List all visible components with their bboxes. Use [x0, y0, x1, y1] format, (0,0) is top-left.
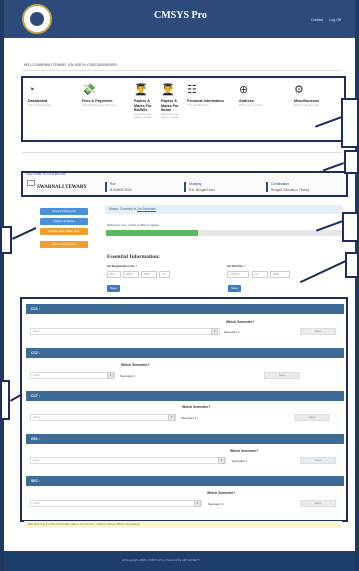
- person-list-icon: ☷: [187, 84, 197, 96]
- chevron-down-icon[interactable]: ▾: [194, 500, 201, 507]
- semester-question: Which Semester?: [207, 491, 236, 495]
- fees-payments-button[interactable]: Fees & Payments: [40, 208, 88, 215]
- essential-title: Essential Information:: [107, 254, 161, 260]
- footer: All Copyright 2020 | CMSYS Pro | Powered…: [4, 551, 355, 571]
- menu-personal-info[interactable]: ☷ Personal Information Your detailed inf…: [187, 83, 231, 107]
- welcome-line: HELLO SWARNALI TEWARY. YOU ARE IN YOUR D…: [24, 63, 117, 67]
- welcome-dashboard: WELCOME TO DASHBOARD: [26, 172, 67, 176]
- student-name: SWARNALI TEWARY: [37, 185, 87, 190]
- cu-reg-label: CU Registration No. *: [107, 264, 138, 268]
- semester-block-cc2: CC2 :: [26, 348, 344, 358]
- top-links: Contact Log Off: [306, 18, 341, 22]
- page: CMSYS Pro Contact Log Off HELLO SWARNALI…: [4, 0, 355, 571]
- reg-field-3[interactable]: 0000: [141, 271, 157, 278]
- info-studying: Studying B.A. Bengali Hons: [184, 182, 215, 192]
- semester-head: CC2 :: [26, 348, 344, 358]
- annotation-box: [342, 212, 359, 242]
- college-logo: [22, 4, 52, 34]
- annotation-box: [0, 380, 10, 420]
- menu-dashboard[interactable]: ◔ Dashboard Your landing Page: [28, 83, 66, 107]
- sem-subscribe-button[interactable]: Sem 1 Subscribe: [40, 241, 88, 248]
- semester-value[interactable]: Semester 3: [208, 502, 223, 506]
- semester-block-cc7: CC7 :: [26, 391, 344, 401]
- annotation-box: [344, 150, 359, 174]
- paper-input[interactable]: Paper: [30, 328, 220, 335]
- top-bar: CMSYS Pro Contact Log Off: [4, 0, 355, 38]
- semester-question: Which Semester?: [182, 405, 211, 409]
- progress-label: Welcome! Your profile is 39% complete: [107, 223, 159, 227]
- annotation-box: [0, 226, 12, 254]
- student-photo: [27, 180, 35, 186]
- menu-fees[interactable]: 💸 Fees & Payments Outstanding fees, View…: [82, 83, 122, 107]
- semester-save-button[interactable]: Save: [300, 457, 336, 464]
- semester-value[interactable]: Semester 1: [120, 374, 135, 378]
- info-roll: Roll B-5465/570000: [105, 182, 132, 192]
- semester-save-button[interactable]: Save: [300, 328, 336, 335]
- papers-marks-button[interactable]: Papers & Marks: [40, 218, 88, 225]
- semester-block-cc1: CC1 :: [26, 304, 344, 314]
- app-title: CMSYS Pro: [154, 10, 207, 21]
- semester-value[interactable]: Semester 1: [224, 330, 239, 334]
- save-roll-button[interactable]: Save: [228, 285, 241, 292]
- menu-address[interactable]: ⊕ Address Where do you live?: [239, 83, 275, 107]
- warning-alert: Warning! If any of the information above…: [24, 521, 342, 528]
- chevron-down-icon[interactable]: ▾: [107, 372, 114, 379]
- menu-misc[interactable]: ⚙ Miscellaneous Other important info: [294, 83, 338, 107]
- semester-question: Which Semester?: [230, 449, 259, 453]
- semester-question: Which Semester?: [226, 320, 255, 324]
- info-combination: Combination Bengali, Education, History: [266, 182, 309, 192]
- globe-icon: ⊕: [239, 84, 249, 96]
- roll-field-2[interactable]: 07: [252, 271, 268, 278]
- paper-input[interactable]: Paper: [30, 500, 202, 507]
- progress-bar: [106, 230, 342, 236]
- roll-field-3[interactable]: 0000: [270, 271, 290, 278]
- reg-field-4[interactable]: 18: [159, 271, 170, 278]
- paper-input[interactable]: Paper: [30, 414, 176, 421]
- semester-head: CC7 :: [26, 391, 344, 401]
- paper-input[interactable]: Paper: [30, 457, 226, 464]
- semester-save-button[interactable]: Save: [264, 372, 300, 379]
- logoff-link[interactable]: Log Off: [329, 18, 341, 22]
- semester-block-ge1: GE1 :: [26, 434, 344, 444]
- status-semester-link[interactable]: 3rd Semester: [137, 207, 156, 211]
- progress-fill: [106, 230, 199, 236]
- status-bar: Status: Currently in 3rd Semester: [105, 205, 342, 214]
- chevron-down-icon[interactable]: ▾: [218, 457, 225, 464]
- semester-block-sec: SEC :: [26, 476, 344, 486]
- contact-link[interactable]: Contact: [311, 18, 323, 22]
- annotation-box: [345, 252, 359, 278]
- semester-head: CC1 :: [26, 304, 344, 314]
- divider: [22, 152, 342, 153]
- semester-save-button[interactable]: Save: [300, 500, 336, 507]
- chevron-down-icon[interactable]: ▾: [168, 414, 175, 421]
- paper-input[interactable]: Paper: [30, 372, 115, 379]
- semester-question: Which Semester?: [121, 363, 150, 367]
- reg-field-1[interactable]: 004: [107, 271, 121, 278]
- student-icon: 👨‍🎓: [161, 84, 175, 96]
- semester-head: SEC :: [26, 476, 344, 486]
- update-sem-button[interactable]: Update Sem Pass Year: [40, 228, 88, 235]
- roll-field-1[interactable]: 213404: [227, 271, 249, 278]
- money-icon: 💸: [82, 84, 96, 96]
- chevron-down-icon[interactable]: ▾: [211, 328, 218, 335]
- gears-icon: ⚙: [294, 84, 304, 96]
- semester-value[interactable]: Semester 1: [232, 459, 247, 463]
- student-icon: 👨‍🎓: [134, 84, 148, 96]
- save-reg-button[interactable]: Save: [107, 285, 120, 292]
- semester-value[interactable]: Semester 2: [181, 416, 196, 420]
- annotation-box: [341, 98, 359, 148]
- speedometer-icon: ◔: [28, 84, 35, 96]
- reg-field-2[interactable]: 2018: [123, 271, 139, 278]
- menu-papers-bcom[interactable]: 👨‍🎓 Papers & Marks For Bcom Semester-wis…: [161, 83, 181, 119]
- semester-save-button[interactable]: Save: [294, 414, 330, 421]
- divider: [22, 70, 342, 71]
- cu-roll-label: CU Roll No. *: [227, 264, 246, 268]
- semester-head: GE1 :: [26, 434, 344, 444]
- menu-papers-ba[interactable]: 👨‍🎓 Papers & Marks For BA/BSc Semester-w…: [134, 83, 154, 119]
- footer-text: All Copyright 2020 | CMSYS Pro | Powered…: [122, 558, 201, 562]
